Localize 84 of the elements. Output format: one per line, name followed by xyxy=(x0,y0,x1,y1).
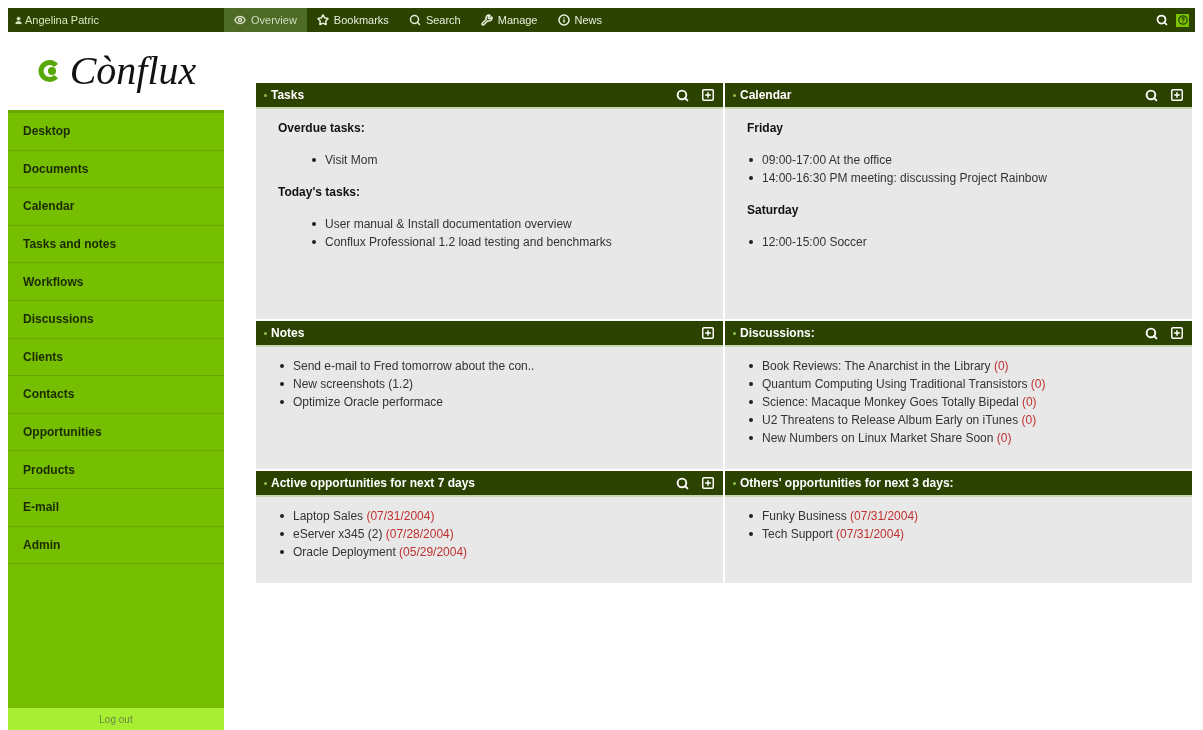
bullet-icon xyxy=(749,532,753,536)
info-icon xyxy=(557,14,570,26)
list-item[interactable]: Optimize Oracle performace xyxy=(293,393,444,411)
bullet-icon xyxy=(280,382,284,386)
list-item[interactable]: Book Reviews: The Anarchist in the Library (0) xyxy=(762,357,1009,375)
nav-tab[interactable]: Bookmarks xyxy=(306,8,399,32)
sidebar-item[interactable]: Admin xyxy=(8,526,224,565)
section-heading: Friday xyxy=(747,120,784,137)
sidebar-item[interactable]: E-mail xyxy=(8,488,224,527)
panel-title: Calendar xyxy=(740,87,793,104)
nav-tab[interactable]: Overview xyxy=(224,8,307,32)
search-icon[interactable] xyxy=(1145,326,1158,340)
bullet-icon xyxy=(749,176,753,180)
bullet-icon xyxy=(749,158,753,162)
search-icon[interactable] xyxy=(676,476,689,490)
sidebar-item[interactable]: Opportunities xyxy=(8,413,224,452)
list-item[interactable]: Laptop Sales (07/31/2004) xyxy=(293,507,435,525)
section-heading: Saturday xyxy=(747,202,800,219)
search-icon[interactable] xyxy=(1145,88,1158,102)
bullet-icon xyxy=(749,382,753,386)
sidebar-item[interactable]: Discussions xyxy=(8,300,224,339)
sidebar-item[interactable]: Tasks and notes xyxy=(8,225,224,264)
panel-title: Discussions: xyxy=(740,325,816,342)
bullet-icon xyxy=(312,240,316,244)
list-item[interactable]: Tech Support (07/31/2004) xyxy=(762,525,905,543)
eye-icon xyxy=(234,14,246,26)
wrench-icon xyxy=(480,14,493,26)
star-icon xyxy=(316,14,329,26)
nav-tab[interactable]: Manage xyxy=(470,8,548,32)
list-item[interactable]: Science: Macaque Monkey Goes Totally Bipedal (0) xyxy=(762,393,1037,411)
list-item[interactable]: New screenshots (1.2) xyxy=(293,375,414,393)
section-heading: Today's tasks: xyxy=(278,184,361,201)
bullet-icon xyxy=(749,514,753,518)
panel-title: Active opportunities for next 7 days xyxy=(271,475,477,492)
list-item[interactable]: 09:00-17:00 At the office xyxy=(762,151,892,169)
list-item[interactable]: Conflux Professional 1.2 load testing and benchmarks xyxy=(325,233,612,251)
sidebar-item[interactable]: Contacts xyxy=(8,376,224,414)
sidebar-item[interactable]: Documents xyxy=(8,150,224,189)
add-icon[interactable] xyxy=(701,326,715,340)
sidebar-item[interactable]: Products xyxy=(8,451,224,489)
nav-tab[interactable]: Search xyxy=(398,8,471,32)
bullet-icon xyxy=(749,418,753,422)
list-item[interactable]: U2 Threatens to Release Album Early on iTunes (0) xyxy=(762,411,1037,429)
bullet-icon xyxy=(749,240,753,244)
section-heading: Overdue tasks: xyxy=(278,120,366,137)
panel-title: Notes xyxy=(271,325,306,342)
bullet-icon xyxy=(280,514,284,518)
user-name: Angelina Patric xyxy=(25,12,99,28)
help-icon[interactable] xyxy=(1176,13,1189,27)
bullet-icon xyxy=(312,158,316,162)
nav-tab[interactable]: News xyxy=(547,8,612,32)
user-icon xyxy=(14,15,23,25)
list-item[interactable]: Quantum Computing Using Traditional Transistors (0) xyxy=(762,375,1046,393)
search-icon[interactable] xyxy=(1156,14,1168,26)
logo-text: Cònflux xyxy=(69,51,197,91)
list-item[interactable]: Visit Mom xyxy=(325,151,378,169)
add-icon[interactable] xyxy=(701,88,715,102)
bullet-icon xyxy=(280,532,284,536)
sidebar-item[interactable]: Calendar xyxy=(8,188,224,226)
add-icon[interactable] xyxy=(1170,88,1184,102)
list-item[interactable]: Send e-mail to Fred tomorrow about the con.. xyxy=(293,357,535,375)
list-item[interactable]: Funky Business (07/31/2004) xyxy=(762,507,919,525)
bullet-icon xyxy=(749,436,753,440)
add-icon[interactable] xyxy=(701,476,715,490)
panel-title: Others' opportunities for next 3 days: xyxy=(740,475,955,492)
list-item[interactable]: eServer x345 (2) (07/28/2004) xyxy=(293,525,454,543)
add-icon[interactable] xyxy=(1170,326,1184,340)
bullet-icon xyxy=(280,400,284,404)
list-item[interactable]: New Numbers on Linux Market Share Soon (0) xyxy=(762,429,1012,447)
sidebar-item[interactable]: Clients xyxy=(8,338,224,377)
list-item[interactable]: 12:00-15:00 Soccer xyxy=(762,233,867,251)
bullet-icon xyxy=(280,550,284,554)
panel-title: Tasks xyxy=(271,87,306,104)
bullet-icon xyxy=(280,364,284,368)
bullet-icon xyxy=(749,364,753,368)
list-item[interactable]: 14:00-16:30 PM meeting: discussing Project Rainbow xyxy=(762,169,1047,187)
sidebar-item[interactable]: Desktop xyxy=(8,113,224,151)
list-item[interactable]: User manual & Install documentation overview xyxy=(325,215,572,233)
sidebar-item[interactable]: Workflows xyxy=(8,263,224,301)
bullet-icon xyxy=(749,400,753,404)
list-item[interactable]: Oracle Deployment (05/29/2004) xyxy=(293,543,468,561)
bullet-icon xyxy=(312,222,316,226)
search-icon xyxy=(408,14,421,26)
search-icon[interactable] xyxy=(676,88,689,102)
